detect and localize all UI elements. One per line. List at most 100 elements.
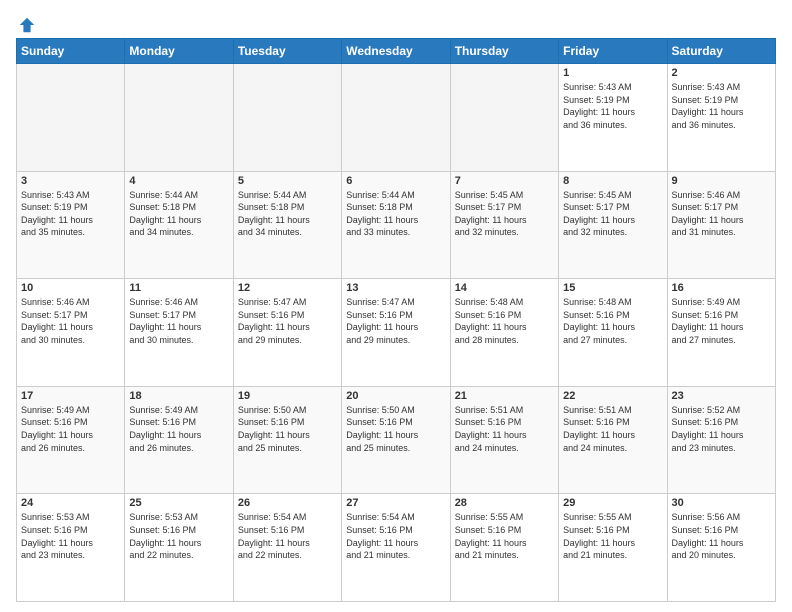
day-number: 24 — [21, 497, 120, 509]
day-info: Sunrise: 5:44 AM Sunset: 5:18 PM Dayligh… — [129, 189, 228, 239]
calendar-day-cell — [450, 64, 558, 172]
day-info: Sunrise: 5:49 AM Sunset: 5:16 PM Dayligh… — [672, 296, 771, 346]
day-info: Sunrise: 5:53 AM Sunset: 5:16 PM Dayligh… — [129, 511, 228, 561]
calendar-day-cell: 23 Sunrise: 5:52 AM Sunset: 5:16 PM Dayli… — [667, 386, 775, 494]
calendar-day-cell — [17, 64, 125, 172]
day-info: Sunrise: 5:54 AM Sunset: 5:16 PM Dayligh… — [346, 511, 445, 561]
weekday-header-thursday: Thursday — [450, 39, 558, 64]
day-info: Sunrise: 5:48 AM Sunset: 5:16 PM Dayligh… — [563, 296, 662, 346]
weekday-header-friday: Friday — [559, 39, 667, 64]
calendar-day-cell: 2 Sunrise: 5:43 AM Sunset: 5:19 PM Daylig… — [667, 64, 775, 172]
calendar-day-cell: 9Sunrise: 5:46 AM Sunset: 5:17 PM Daylig… — [667, 171, 775, 279]
calendar-day-cell: 19 Sunrise: 5:50 AM Sunset: 5:16 PM Dayli… — [233, 386, 341, 494]
calendar-header-row: SundayMondayTuesdayWednesdayThursdayFrid… — [17, 39, 776, 64]
day-info: Sunrise: 5:53 AM Sunset: 5:16 PM Dayligh… — [21, 511, 120, 561]
day-number: 20 — [346, 390, 445, 402]
weekday-header-saturday: Saturday — [667, 39, 775, 64]
calendar-day-cell: 6 Sunrise: 5:44 AM Sunset: 5:18 PM Daylig… — [342, 171, 450, 279]
day-info: Sunrise: 5:52 AM Sunset: 5:16 PM Dayligh… — [672, 404, 771, 454]
calendar-day-cell: 16Sunrise: 5:49 AM Sunset: 5:16 PM Dayli… — [667, 279, 775, 387]
header — [16, 16, 776, 30]
logo — [16, 16, 36, 30]
day-info: Sunrise: 5:50 AM Sunset: 5:16 PM Dayligh… — [238, 404, 337, 454]
calendar-day-cell: 29 Sunrise: 5:55 AM Sunset: 5:16 PM Dayli… — [559, 494, 667, 602]
day-info: Sunrise: 5:43 AM Sunset: 5:19 PM Dayligh… — [672, 81, 771, 131]
day-number: 28 — [455, 497, 554, 509]
day-number: 23 — [672, 390, 771, 402]
day-info: Sunrise: 5:49 AM Sunset: 5:16 PM Dayligh… — [21, 404, 120, 454]
day-number: 17 — [21, 390, 120, 402]
day-number: 9 — [672, 175, 771, 187]
day-info: Sunrise: 5:46 AM Sunset: 5:17 PM Dayligh… — [21, 296, 120, 346]
day-info: Sunrise: 5:49 AM Sunset: 5:16 PM Dayligh… — [129, 404, 228, 454]
day-number: 27 — [346, 497, 445, 509]
calendar-day-cell: 30 Sunrise: 5:56 AM Sunset: 5:16 PM Dayli… — [667, 494, 775, 602]
calendar-day-cell: 24 Sunrise: 5:53 AM Sunset: 5:16 PM Dayli… — [17, 494, 125, 602]
day-number: 4 — [129, 175, 228, 187]
calendar-day-cell: 5 Sunrise: 5:44 AM Sunset: 5:18 PM Daylig… — [233, 171, 341, 279]
day-number: 18 — [129, 390, 228, 402]
day-info: Sunrise: 5:46 AM Sunset: 5:17 PM Dayligh… — [129, 296, 228, 346]
calendar-week-row: 3 Sunrise: 5:43 AM Sunset: 5:19 PM Daylig… — [17, 171, 776, 279]
calendar-day-cell — [342, 64, 450, 172]
day-number: 8 — [563, 175, 662, 187]
day-info: Sunrise: 5:44 AM Sunset: 5:18 PM Dayligh… — [238, 189, 337, 239]
calendar-day-cell: 18 Sunrise: 5:49 AM Sunset: 5:16 PM Dayli… — [125, 386, 233, 494]
day-number: 15 — [563, 282, 662, 294]
calendar-week-row: 10 Sunrise: 5:46 AM Sunset: 5:17 PM Dayli… — [17, 279, 776, 387]
calendar-day-cell: 28 Sunrise: 5:55 AM Sunset: 5:16 PM Dayli… — [450, 494, 558, 602]
day-info: Sunrise: 5:51 AM Sunset: 5:16 PM Dayligh… — [563, 404, 662, 454]
calendar-day-cell: 26 Sunrise: 5:54 AM Sunset: 5:16 PM Dayli… — [233, 494, 341, 602]
day-number: 13 — [346, 282, 445, 294]
day-number: 2 — [672, 67, 771, 79]
calendar-week-row: 24 Sunrise: 5:53 AM Sunset: 5:16 PM Dayli… — [17, 494, 776, 602]
day-info: Sunrise: 5:45 AM Sunset: 5:17 PM Dayligh… — [563, 189, 662, 239]
day-number: 5 — [238, 175, 337, 187]
calendar-day-cell: 21 Sunrise: 5:51 AM Sunset: 5:16 PM Dayli… — [450, 386, 558, 494]
day-info: Sunrise: 5:43 AM Sunset: 5:19 PM Dayligh… — [21, 189, 120, 239]
day-info: Sunrise: 5:47 AM Sunset: 5:16 PM Dayligh… — [346, 296, 445, 346]
day-info: Sunrise: 5:50 AM Sunset: 5:16 PM Dayligh… — [346, 404, 445, 454]
day-number: 25 — [129, 497, 228, 509]
calendar-day-cell — [125, 64, 233, 172]
logo-icon — [18, 16, 36, 34]
calendar-day-cell: 1 Sunrise: 5:43 AM Sunset: 5:19 PM Daylig… — [559, 64, 667, 172]
day-info: Sunrise: 5:51 AM Sunset: 5:16 PM Dayligh… — [455, 404, 554, 454]
weekday-header-wednesday: Wednesday — [342, 39, 450, 64]
day-info: Sunrise: 5:56 AM Sunset: 5:16 PM Dayligh… — [672, 511, 771, 561]
calendar-day-cell: 11Sunrise: 5:46 AM Sunset: 5:17 PM Dayli… — [125, 279, 233, 387]
calendar-day-cell: 8 Sunrise: 5:45 AM Sunset: 5:17 PM Daylig… — [559, 171, 667, 279]
day-number: 6 — [346, 175, 445, 187]
day-number: 26 — [238, 497, 337, 509]
calendar-day-cell — [233, 64, 341, 172]
day-number: 7 — [455, 175, 554, 187]
day-number: 22 — [563, 390, 662, 402]
calendar-week-row: 1 Sunrise: 5:43 AM Sunset: 5:19 PM Daylig… — [17, 64, 776, 172]
calendar-day-cell: 25 Sunrise: 5:53 AM Sunset: 5:16 PM Dayli… — [125, 494, 233, 602]
day-number: 21 — [455, 390, 554, 402]
day-info: Sunrise: 5:54 AM Sunset: 5:16 PM Dayligh… — [238, 511, 337, 561]
calendar-day-cell: 3 Sunrise: 5:43 AM Sunset: 5:19 PM Daylig… — [17, 171, 125, 279]
day-info: Sunrise: 5:44 AM Sunset: 5:18 PM Dayligh… — [346, 189, 445, 239]
day-number: 3 — [21, 175, 120, 187]
weekday-header-sunday: Sunday — [17, 39, 125, 64]
day-info: Sunrise: 5:55 AM Sunset: 5:16 PM Dayligh… — [455, 511, 554, 561]
day-info: Sunrise: 5:48 AM Sunset: 5:16 PM Dayligh… — [455, 296, 554, 346]
day-info: Sunrise: 5:45 AM Sunset: 5:17 PM Dayligh… — [455, 189, 554, 239]
calendar-day-cell: 7 Sunrise: 5:45 AM Sunset: 5:17 PM Daylig… — [450, 171, 558, 279]
calendar-day-cell: 4 Sunrise: 5:44 AM Sunset: 5:18 PM Daylig… — [125, 171, 233, 279]
day-number: 29 — [563, 497, 662, 509]
day-number: 10 — [21, 282, 120, 294]
calendar-day-cell: 10 Sunrise: 5:46 AM Sunset: 5:17 PM Dayli… — [17, 279, 125, 387]
day-number: 30 — [672, 497, 771, 509]
day-info: Sunrise: 5:43 AM Sunset: 5:19 PM Dayligh… — [563, 81, 662, 131]
day-number: 1 — [563, 67, 662, 79]
day-number: 12 — [238, 282, 337, 294]
calendar-day-cell: 12Sunrise: 5:47 AM Sunset: 5:16 PM Dayli… — [233, 279, 341, 387]
calendar-day-cell: 27 Sunrise: 5:54 AM Sunset: 5:16 PM Dayli… — [342, 494, 450, 602]
weekday-header-monday: Monday — [125, 39, 233, 64]
calendar-day-cell: 17 Sunrise: 5:49 AM Sunset: 5:16 PM Dayli… — [17, 386, 125, 494]
day-info: Sunrise: 5:55 AM Sunset: 5:16 PM Dayligh… — [563, 511, 662, 561]
day-number: 19 — [238, 390, 337, 402]
day-number: 14 — [455, 282, 554, 294]
